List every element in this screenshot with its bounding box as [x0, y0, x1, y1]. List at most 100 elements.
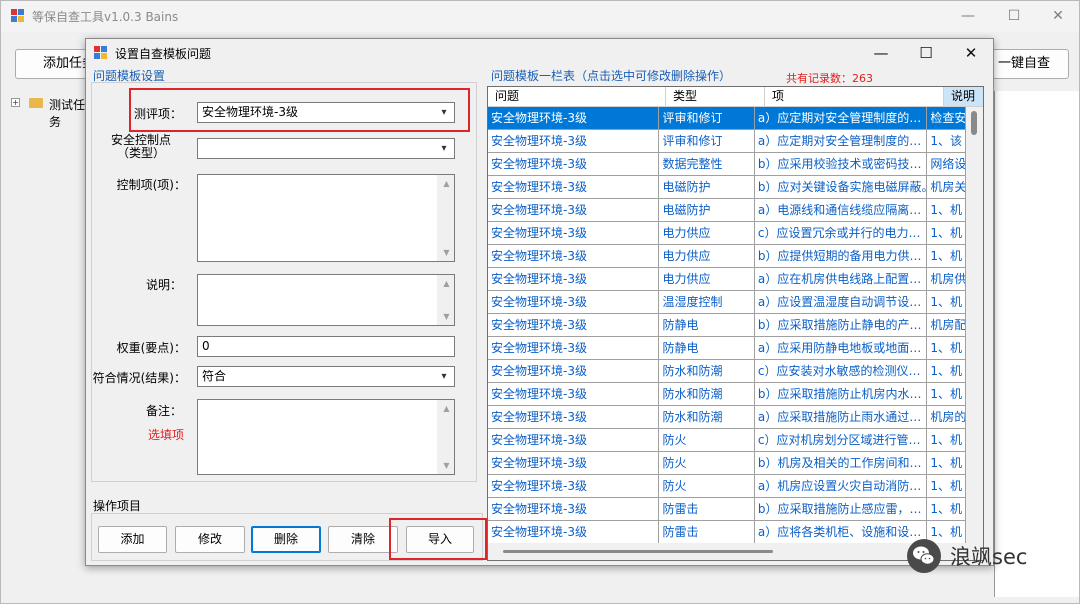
grid-horizontal-scrollbar[interactable] — [488, 543, 968, 560]
add-button[interactable]: 添加 — [98, 526, 167, 553]
maximize-icon[interactable]: ☐ — [991, 1, 1037, 32]
cell-question[interactable]: 安全物理环境-3级 — [488, 222, 660, 245]
cell-description[interactable]: 机房的 — [927, 406, 966, 429]
cell-description[interactable]: 机房配 — [927, 314, 966, 337]
cell-item[interactable]: b）应采取措施防止静电的产… — [754, 314, 928, 337]
cell-question[interactable]: 安全物理环境-3级 — [488, 429, 660, 452]
cell-question[interactable]: 安全物理环境-3级 — [488, 245, 660, 268]
cell-description[interactable]: 1、机 — [927, 199, 966, 222]
table-row[interactable]: 安全物理环境-3级 温湿度控制 a）应设置温湿度自动调节设… 1、机 — [488, 291, 966, 314]
cell-description[interactable]: 1、机 — [927, 429, 966, 452]
textarea-scrollbar[interactable]: ▲ ▼ — [437, 400, 454, 474]
cell-question[interactable]: 安全物理环境-3级 — [488, 475, 660, 498]
table-row[interactable]: 安全物理环境-3级 防雷击 b）应采取措施防止感应雷，… 1、机 — [488, 498, 966, 521]
cell-question[interactable]: 安全物理环境-3级 — [488, 406, 660, 429]
close-icon[interactable]: ✕ — [1035, 1, 1080, 32]
scroll-down-icon[interactable]: ▼ — [438, 308, 455, 325]
dialog-close-icon[interactable]: ✕ — [948, 39, 994, 67]
cell-item[interactable]: b）应采取措施防止机房内水… — [754, 383, 928, 406]
cell-item[interactable]: b）应采用校验技术或密码技… — [754, 153, 928, 176]
remark-textarea[interactable]: ▲ ▼ — [197, 399, 455, 475]
table-row[interactable]: 安全物理环境-3级 防火 b）机房及相关的工作房间和… 1、机 — [488, 452, 966, 475]
weight-input[interactable]: 0 — [197, 336, 455, 357]
tree-expand-icon[interactable]: + — [11, 98, 20, 107]
table-row[interactable]: 安全物理环境-3级 电力供应 b）应提供短期的备用电力供… 1、机 — [488, 245, 966, 268]
cell-question[interactable]: 安全物理环境-3级 — [488, 383, 660, 406]
cell-description[interactable]: 机房关 — [927, 176, 966, 199]
cell-type[interactable]: 防火 — [659, 429, 755, 452]
cell-type[interactable]: 电磁防护 — [659, 199, 755, 222]
cell-item[interactable]: a）应设置温湿度自动调节设… — [754, 291, 928, 314]
table-row[interactable]: 安全物理环境-3级 评审和修订 a）应定期对安全管理制度的… 检查安 — [488, 107, 966, 130]
cell-question[interactable]: 安全物理环境-3级 — [488, 360, 660, 383]
task-tree-item[interactable]: + 测试任务 — [7, 93, 87, 129]
table-row[interactable]: 安全物理环境-3级 防水和防潮 a）应采取措施防止雨水通过… 机房的 — [488, 406, 966, 429]
column-header-description[interactable]: 说明 — [944, 87, 983, 107]
cell-type[interactable]: 防水和防潮 — [659, 360, 755, 383]
cell-description[interactable]: 1、机 — [927, 222, 966, 245]
table-row[interactable]: 安全物理环境-3级 防水和防潮 b）应采取措施防止机房内水… 1、机 — [488, 383, 966, 406]
clear-button[interactable]: 清除 — [328, 526, 398, 553]
cell-description[interactable]: 1、机 — [927, 383, 966, 406]
cell-item[interactable]: b）机房及相关的工作房间和… — [754, 452, 928, 475]
cell-description[interactable]: 1、机 — [927, 245, 966, 268]
cell-type[interactable]: 防水和防潮 — [659, 383, 755, 406]
cell-item[interactable]: b）应提供短期的备用电力供… — [754, 245, 928, 268]
table-row[interactable]: 安全物理环境-3级 电力供应 a）应在机房供电线路上配置… 机房供 — [488, 268, 966, 291]
cell-type[interactable]: 防雷击 — [659, 521, 755, 544]
cell-type[interactable]: 电力供应 — [659, 268, 755, 291]
table-row[interactable]: 安全物理环境-3级 评审和修订 a）应定期对安全管理制度的… 1、该 — [488, 130, 966, 153]
cell-description[interactable]: 机房供 — [927, 268, 966, 291]
cell-description[interactable]: 检查安 — [927, 107, 966, 130]
cell-question[interactable]: 安全物理环境-3级 — [488, 337, 660, 360]
cell-description[interactable]: 1、机 — [927, 498, 966, 521]
compliance-select[interactable]: 符合 ▾ — [197, 366, 455, 387]
cell-type[interactable]: 防火 — [659, 452, 755, 475]
control-point-select[interactable]: ▾ — [197, 138, 455, 159]
cell-type[interactable]: 电磁防护 — [659, 176, 755, 199]
cell-type[interactable]: 评审和修订 — [659, 107, 755, 130]
template-grid[interactable]: 问题 类型 项 说明 安全物理环境-3级 评审和修订 a）应定期对安全管理制度的… 检… — [487, 86, 984, 561]
table-row[interactable]: 安全物理环境-3级 防静电 a）应采用防静电地板或地面… 1、机 — [488, 337, 966, 360]
column-header-question[interactable]: 问题 — [488, 87, 666, 107]
cell-type[interactable]: 防水和防潮 — [659, 406, 755, 429]
cell-type[interactable]: 电力供应 — [659, 222, 755, 245]
cell-question[interactable]: 安全物理环境-3级 — [488, 130, 660, 153]
modify-button[interactable]: 修改 — [175, 526, 245, 553]
cell-item[interactable]: a）机房应设置火灾自动消防… — [754, 475, 928, 498]
column-header-item[interactable]: 项 — [765, 87, 944, 107]
cell-question[interactable]: 安全物理环境-3级 — [488, 199, 660, 222]
cell-question[interactable]: 安全物理环境-3级 — [488, 176, 660, 199]
column-header-type[interactable]: 类型 — [666, 87, 765, 107]
dialog-minimize-icon[interactable]: — — [858, 39, 904, 67]
scroll-up-icon[interactable]: ▲ — [438, 400, 455, 417]
cell-description[interactable]: 1、机 — [927, 360, 966, 383]
scroll-thumb[interactable] — [971, 111, 977, 135]
table-row[interactable]: 安全物理环境-3级 防静电 b）应采取措施防止静电的产… 机房配 — [488, 314, 966, 337]
table-row[interactable]: 安全物理环境-3级 防水和防潮 c）应安装对水敏感的检测仪… 1、机 — [488, 360, 966, 383]
cell-item[interactable]: b）应对关键设备实施电磁屏蔽。 — [754, 176, 928, 199]
cell-question[interactable]: 安全物理环境-3级 — [488, 521, 660, 544]
cell-description[interactable]: 网络设 — [927, 153, 966, 176]
scroll-up-icon[interactable]: ▲ — [438, 175, 455, 192]
textarea-scrollbar[interactable]: ▲ ▼ — [437, 275, 454, 325]
cell-item[interactable]: a）应采取措施防止雨水通过… — [754, 406, 928, 429]
table-row[interactable]: 安全物理环境-3级 防火 a）机房应设置火灾自动消防… 1、机 — [488, 475, 966, 498]
cell-item[interactable]: c）应设置冗余或并行的电力… — [754, 222, 928, 245]
cell-description[interactable]: 1、机 — [927, 337, 966, 360]
cell-question[interactable]: 安全物理环境-3级 — [488, 314, 660, 337]
cell-question[interactable]: 安全物理环境-3级 — [488, 498, 660, 521]
table-row[interactable]: 安全物理环境-3级 电磁防护 b）应对关键设备实施电磁屏蔽。 机房关 — [488, 176, 966, 199]
scroll-down-icon[interactable]: ▼ — [438, 457, 455, 474]
minimize-icon[interactable]: — — [945, 1, 991, 32]
cell-item[interactable]: a）应定期对安全管理制度的… — [754, 107, 928, 130]
grid-vertical-scrollbar[interactable] — [966, 107, 983, 545]
scroll-up-icon[interactable]: ▲ — [438, 275, 455, 292]
control-item-textarea[interactable]: ▲ ▼ — [197, 174, 455, 262]
table-row[interactable]: 安全物理环境-3级 电磁防护 a）电源线和通信线缆应隔离… 1、机 — [488, 199, 966, 222]
cell-question[interactable]: 安全物理环境-3级 — [488, 107, 660, 130]
cell-type[interactable]: 温湿度控制 — [659, 291, 755, 314]
cell-description[interactable]: 1、机 — [927, 475, 966, 498]
cell-type[interactable]: 评审和修订 — [659, 130, 755, 153]
scroll-down-icon[interactable]: ▼ — [438, 244, 455, 261]
